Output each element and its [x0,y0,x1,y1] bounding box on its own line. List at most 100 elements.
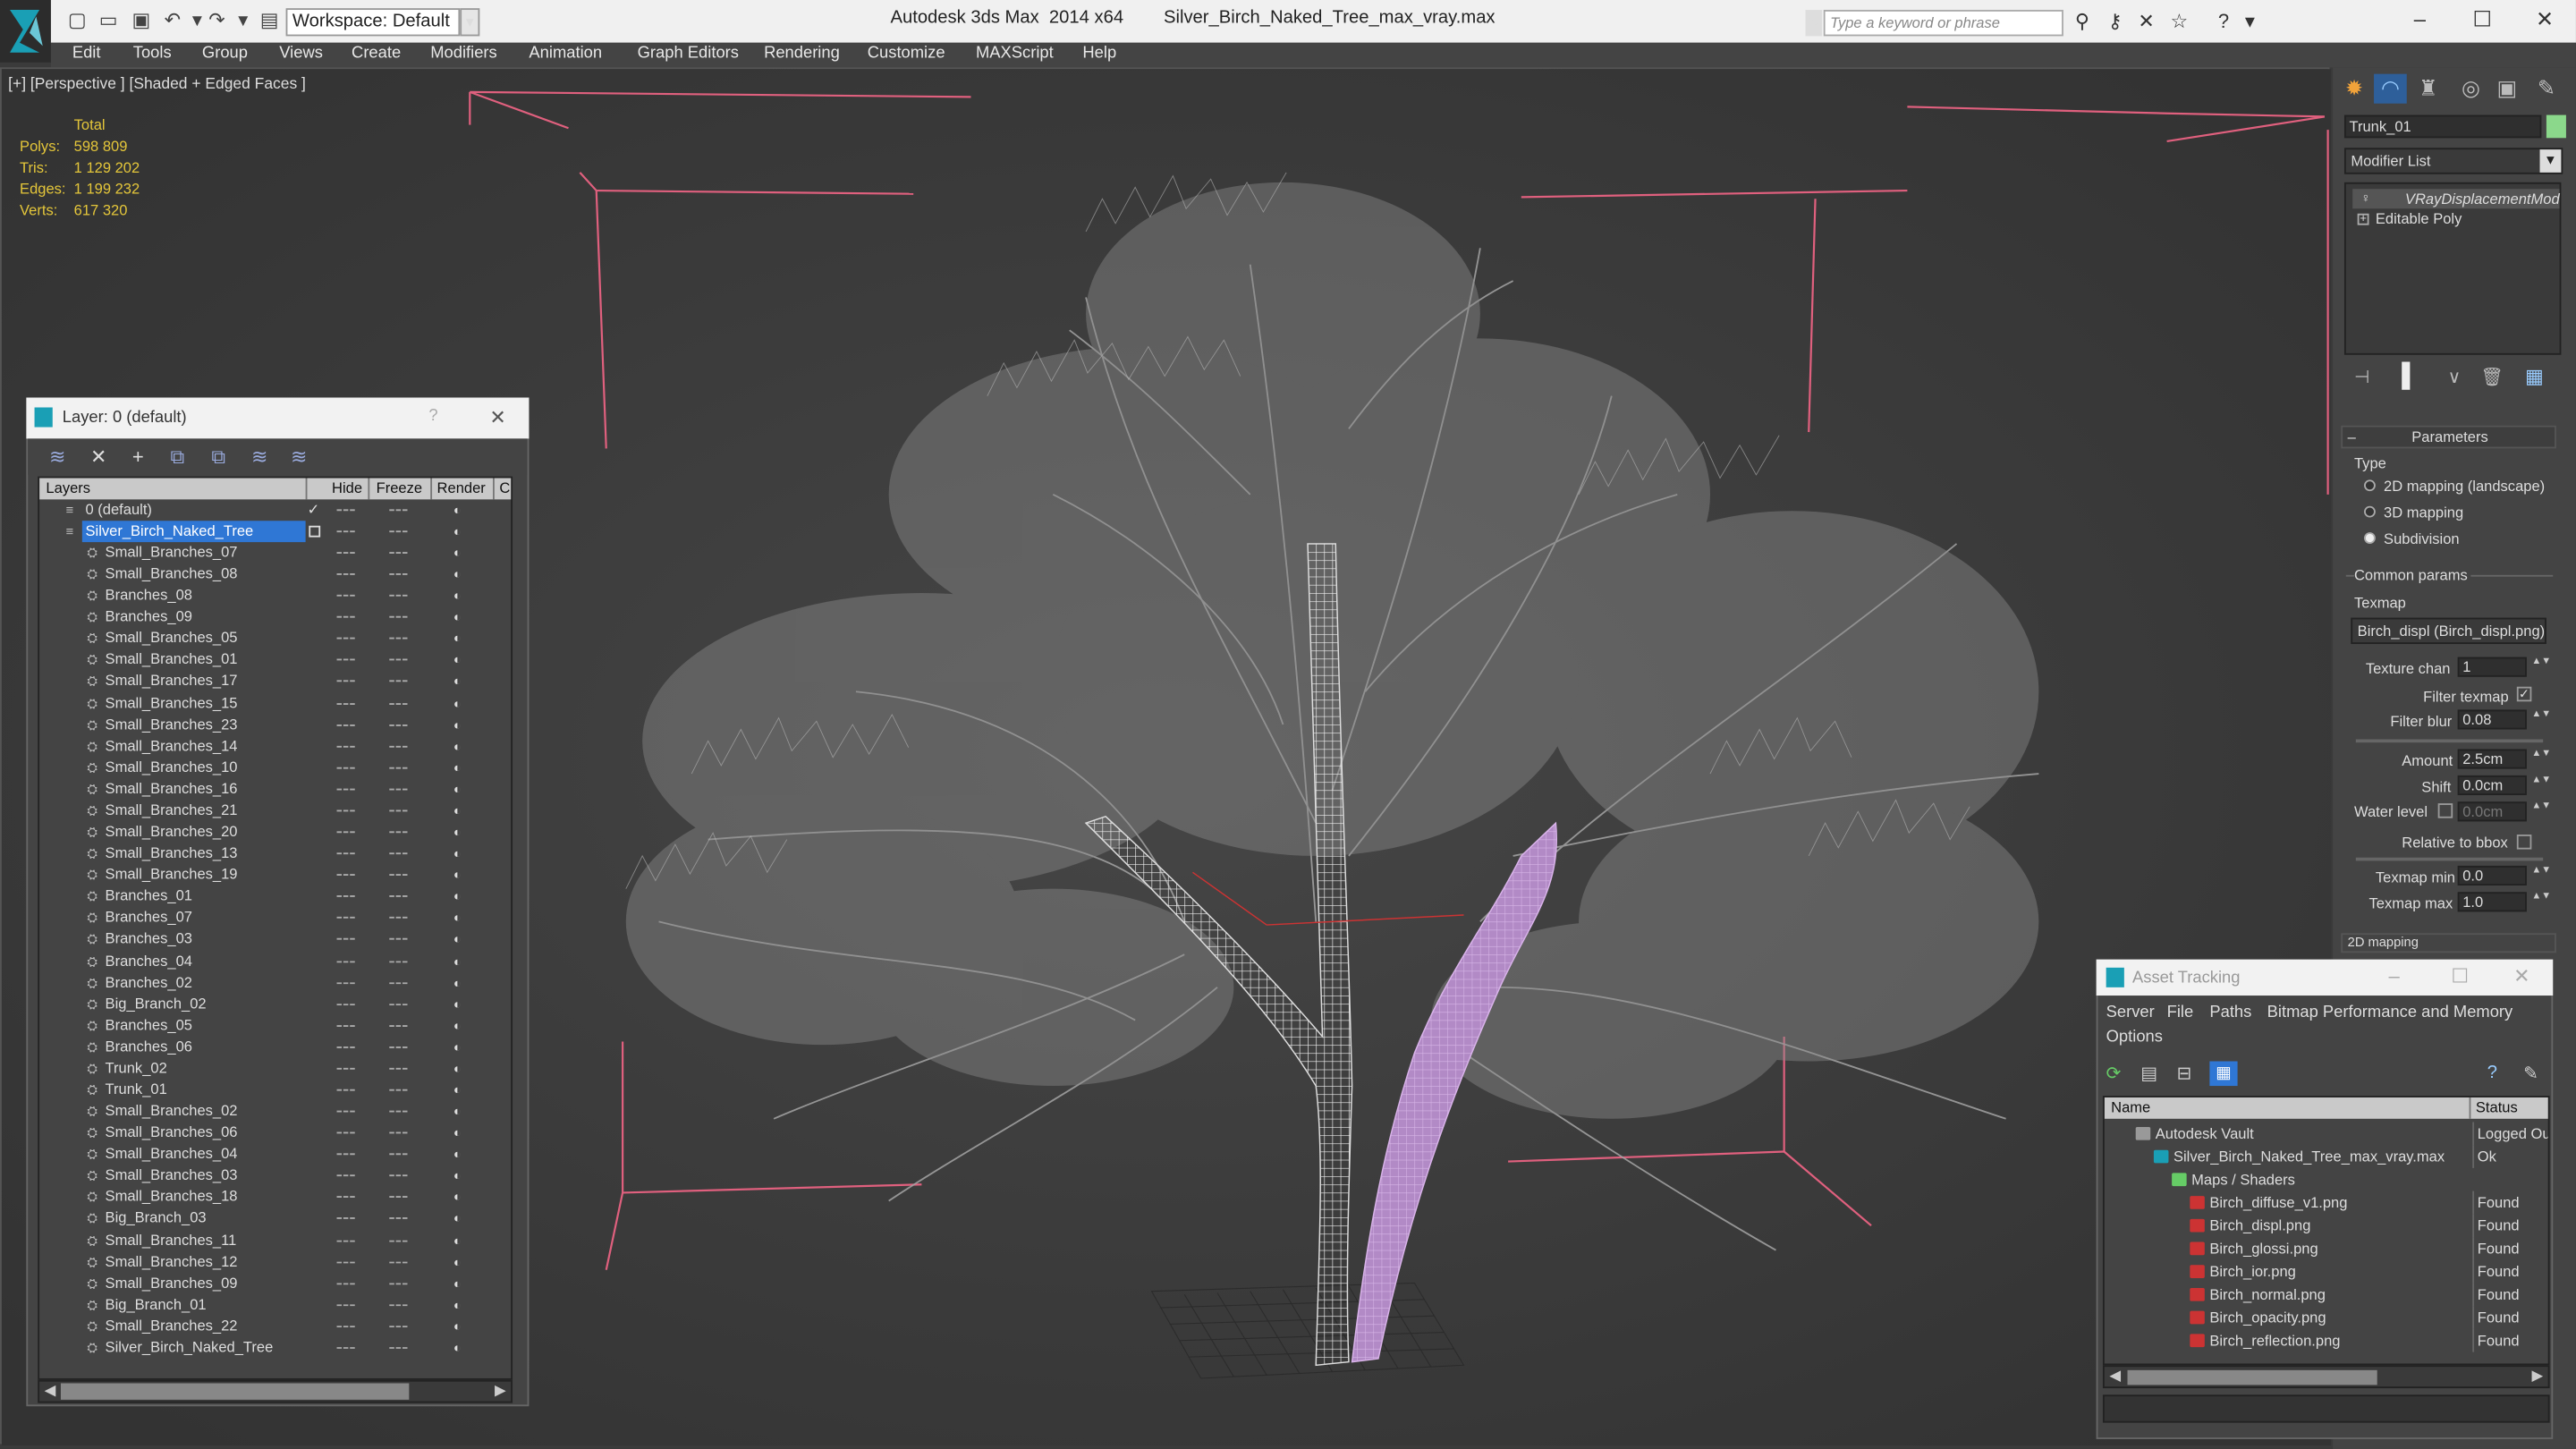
asset-menu-paths[interactable]: Paths [2209,1004,2251,1023]
freeze-toggle[interactable] [389,1067,408,1070]
object-row[interactable]: ⛭ Small_Branches_06 ◐ [39,1123,511,1144]
asset-help-icon[interactable]: ? [2487,1063,2497,1082]
object-row[interactable]: ⛭ Small_Branches_21 ◐ [39,800,511,821]
freeze-toggle[interactable] [389,874,408,877]
object-row[interactable]: ⛭ Small_Branches_03 ◐ [39,1165,511,1187]
menu-views[interactable]: Views [279,45,323,64]
freeze-toggle[interactable] [389,917,408,919]
object-color-swatch[interactable] [2546,114,2566,139]
render-teapot-icon[interactable]: ◐ [453,1212,469,1227]
freeze-all-layers-icon[interactable]: ≋ [286,444,312,470]
asset-path-field[interactable] [2102,1394,2550,1423]
list-view-icon[interactable]: ▤ [2140,1063,2157,1084]
modify-tab-icon[interactable]: ◠ [2374,73,2407,104]
modifier-list-dropdown[interactable]: Modifier List [2343,148,2563,174]
freeze-toggle[interactable] [389,1110,408,1113]
freeze-toggle[interactable] [389,852,408,855]
render-teapot-icon[interactable]: ◐ [453,868,469,883]
project-folder-icon[interactable]: ▤ [258,9,281,31]
freeze-toggle[interactable] [389,638,408,640]
freeze-toggle[interactable] [389,702,408,705]
object-row[interactable]: ⛭ Small_Branches_14 ◐ [39,735,511,757]
hide-toggle[interactable] [336,616,355,619]
col-status[interactable]: Status [2476,1099,2518,1115]
relative-bbox-checkbox[interactable] [2516,835,2532,850]
motion-tab-icon[interactable]: ◎ [2454,74,2487,104]
help-icon[interactable]: ? [2213,11,2234,33]
hide-toggle[interactable] [336,1260,355,1263]
asset-menu-file[interactable]: File [2167,1004,2194,1023]
display-tab-icon[interactable]: ▣ [2490,74,2523,104]
app-logo[interactable] [0,0,51,63]
binoculars-icon[interactable]: ⚲ [2072,11,2093,33]
render-teapot-icon[interactable]: ◐ [453,696,469,711]
scroll-right-icon[interactable]: ▶ [2531,1367,2543,1385]
object-row[interactable]: ⛭ Small_Branches_17 ◐ [39,671,511,692]
object-name[interactable]: Small_Branches_22 [102,1316,241,1337]
hide-toggle[interactable] [336,509,355,512]
asset-row[interactable]: Birch_displ.png Found [2105,1214,2548,1238]
modifier-stack-item-selected[interactable]: ♀ VRayDisplacementMod [2352,189,2560,209]
col-layers[interactable]: Layers [46,479,90,496]
col-name[interactable]: Name [2111,1099,2150,1115]
object-row[interactable]: ⛭ Branches_09 ◐ [39,606,511,628]
object-name[interactable]: Branches_02 [102,972,196,994]
object-name[interactable]: Small_Branches_03 [102,1165,241,1187]
object-row[interactable]: ⛭ Branches_01 ◐ [39,886,511,907]
favorites-star-icon[interactable]: ☆ [2168,11,2190,33]
hide-toggle[interactable] [336,1347,355,1349]
freeze-toggle[interactable] [389,1217,408,1220]
spinner-icon[interactable]: ▲▼ [2531,709,2551,729]
render-teapot-icon[interactable]: ◐ [453,1125,469,1140]
freeze-toggle[interactable] [389,788,408,791]
asset-horizontal-scrollbar[interactable]: ◀ ▶ [2102,1365,2550,1389]
object-name[interactable]: Small_Branches_15 [102,692,241,714]
minimize-icon[interactable]: – [2389,964,2400,987]
freeze-toggle[interactable] [389,659,408,662]
radio-3d-mapping[interactable] [2364,505,2376,518]
object-row[interactable]: ⛭ Big_Branch_02 ◐ [39,994,511,1015]
render-teapot-icon[interactable]: ◐ [453,1082,469,1097]
type-option-3d[interactable]: 3D mapping [2384,503,2463,522]
asset-tracking-titlebar[interactable]: Asset Tracking – ☐ ✕ [2096,959,2554,996]
render-teapot-icon[interactable]: ◐ [453,674,469,690]
menu-tools[interactable]: Tools [133,45,172,64]
object-row[interactable]: ⛭ Big_Branch_01 ◐ [39,1294,511,1316]
open-file-icon[interactable]: ▭ [97,9,120,31]
hide-toggle[interactable] [336,595,355,597]
redo-dropdown-icon[interactable]: ▾ [232,9,255,31]
hide-toggle[interactable] [336,659,355,662]
layer-list[interactable]: Layers Hide Freeze Render C ≡ 0 (default… [38,476,513,1380]
object-row[interactable]: ⛭ Branches_03 ◐ [39,929,511,951]
object-row[interactable]: ⛭ Branches_06 ◐ [39,1037,511,1058]
asset-row[interactable]: Birch_glossi.png Found [2105,1237,2548,1260]
hide-toggle[interactable] [336,1196,355,1199]
hide-toggle[interactable] [336,1067,355,1070]
object-name[interactable]: Small_Branches_13 [102,843,241,864]
add-to-layer-icon[interactable]: + [125,444,151,470]
texmap-button[interactable]: Birch_displ (Birch_displ.png) [2351,617,2546,644]
spinner-icon[interactable]: ▲▼ [2531,750,2551,769]
render-teapot-icon[interactable]: ◐ [453,1233,469,1249]
object-row[interactable]: ⛭ Small_Branches_11 ◐ [39,1230,511,1251]
freeze-toggle[interactable] [389,831,408,834]
hide-all-layers-icon[interactable]: ≋ [247,444,273,470]
spinner-icon[interactable]: ▲▼ [2531,892,2551,911]
make-unique-icon[interactable]: ∨ [2448,367,2462,387]
texture-chan-field[interactable]: 1 [2457,657,2527,677]
object-name[interactable]: Small_Branches_12 [102,1251,241,1273]
asset-name[interactable]: Silver_Birch_Naked_Tree_max_vray.max [2174,1145,2445,1168]
lightbulb-icon[interactable]: ♀ [2360,189,2370,208]
search-expand-icon[interactable]: ▶ [1805,10,1822,37]
object-row[interactable]: ⛭ Small_Branches_08 ◐ [39,564,511,585]
object-name[interactable]: Branches_08 [102,585,196,606]
object-row[interactable]: ⛭ Small_Branches_18 ◐ [39,1187,511,1208]
create-tab-icon[interactable]: ✹ [2338,74,2371,104]
object-name[interactable]: Big_Branch_02 [102,994,209,1015]
render-teapot-icon[interactable]: ◐ [453,1147,469,1162]
configure-sets-icon[interactable]: ▦ [2525,365,2544,388]
freeze-toggle[interactable] [389,681,408,683]
freeze-toggle[interactable] [389,1174,408,1177]
menu-modifiers[interactable]: Modifiers [430,45,497,64]
asset-name[interactable]: Autodesk Vault [2156,1122,2254,1145]
